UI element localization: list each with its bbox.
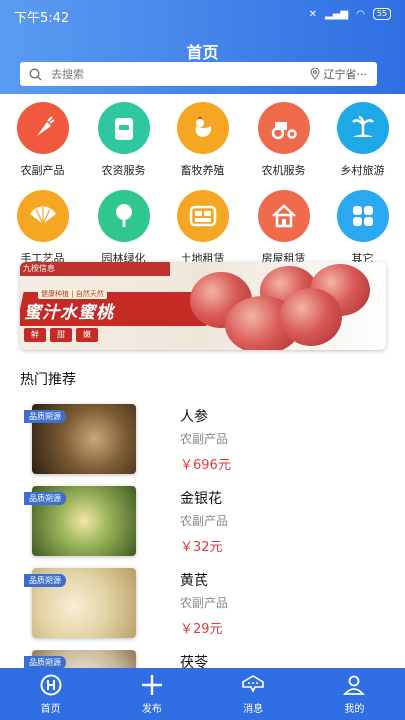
tab-profile[interactable]: 我的 bbox=[304, 668, 405, 720]
category-label: 农资服务 bbox=[101, 164, 146, 177]
category-livestock[interactable]: 畜牧养殖 bbox=[162, 102, 243, 178]
product-name: 金银花 bbox=[180, 491, 222, 507]
peach-image bbox=[280, 288, 342, 346]
tractor-icon bbox=[257, 102, 310, 154]
category-rural-tourism[interactable]: 乡村旅游 bbox=[322, 102, 403, 178]
product-category: 农副产品 bbox=[180, 596, 229, 610]
category-house-lease[interactable]: 房屋租赁 bbox=[243, 190, 324, 266]
product-badge: 品质朔源 bbox=[24, 492, 66, 505]
category-label: 农机服务 bbox=[261, 164, 306, 177]
signal-icon: ▂▄▆ bbox=[325, 8, 349, 20]
product-item[interactable]: 品质朔源 黄芪 农副产品 ￥29元 bbox=[20, 568, 385, 640]
product-price: ￥32元 bbox=[180, 540, 223, 555]
page-title: 首页 bbox=[186, 43, 219, 62]
fertilizer-bag-icon bbox=[97, 102, 150, 154]
user-icon bbox=[304, 674, 405, 696]
category-agri-products[interactable]: 农副产品 bbox=[2, 102, 83, 178]
category-other[interactable]: 其它 bbox=[322, 190, 403, 266]
product-name: 茯苓 bbox=[180, 655, 208, 668]
product-price: ￥29元 bbox=[180, 622, 223, 637]
category-label: 畜牧养殖 bbox=[180, 164, 225, 177]
section-title: 热门推荐 bbox=[20, 372, 76, 388]
tree-icon bbox=[97, 190, 150, 242]
mute-icon: ✕ bbox=[308, 8, 317, 20]
tab-label: 首页 bbox=[40, 704, 61, 715]
plus-icon bbox=[101, 674, 202, 696]
location-pin-icon bbox=[309, 68, 320, 80]
product-name: 人参 bbox=[180, 409, 208, 425]
product-price: ￥696元 bbox=[180, 458, 231, 473]
product-item[interactable]: 品质朔源 人参 农副产品 ￥696元 bbox=[20, 404, 385, 476]
category-label: 农副产品 bbox=[20, 164, 65, 177]
tab-label: 消息 bbox=[243, 704, 264, 715]
banner-title: 蜜汁水蜜桃 bbox=[24, 303, 114, 323]
category-agri-supplies[interactable]: 农资服务 bbox=[83, 102, 164, 178]
search-input[interactable]: 去搜索 bbox=[51, 66, 310, 82]
product-item[interactable]: 品质朔源 茯苓 bbox=[20, 650, 385, 668]
category-handicrafts[interactable]: 手工艺品 bbox=[2, 190, 83, 266]
banner-chip: 鲜 bbox=[24, 328, 46, 342]
status-time: 下午5:42 bbox=[14, 11, 70, 26]
status-bar: 下午5:42 ✕ ▂▄▆ ◠ 55 bbox=[0, 0, 405, 30]
product-badge: 品质朔源 bbox=[24, 410, 66, 423]
fan-icon bbox=[16, 190, 69, 242]
banner-tag: 九桉信息 bbox=[23, 264, 55, 273]
product-name: 黄芪 bbox=[180, 573, 208, 589]
rooster-icon bbox=[176, 102, 229, 154]
tab-messages[interactable]: 消息 bbox=[203, 668, 304, 720]
category-gardening[interactable]: 园林绿化 bbox=[83, 190, 164, 266]
product-category: 农副产品 bbox=[180, 432, 229, 446]
house-icon bbox=[257, 190, 310, 242]
product-item[interactable]: 品质朔源 金银花 农副产品 ￥32元 bbox=[20, 486, 385, 558]
more-grid-icon bbox=[336, 190, 389, 242]
search-icon bbox=[29, 68, 42, 80]
tab-publish[interactable]: 发布 bbox=[101, 668, 202, 720]
carrot-icon bbox=[16, 102, 69, 154]
palm-island-icon bbox=[336, 102, 389, 154]
category-land-lease[interactable]: 土地租赁 bbox=[162, 190, 243, 266]
tab-label: 发布 bbox=[141, 704, 162, 715]
banner-chips: 鲜 甜 嫩 bbox=[24, 328, 98, 342]
product-badge: 品质朔源 bbox=[24, 574, 66, 587]
status-icons: ✕ ▂▄▆ ◠ 55 bbox=[309, 8, 391, 20]
category-machinery[interactable]: 农机服务 bbox=[243, 102, 324, 178]
product-category: 农副产品 bbox=[180, 514, 229, 528]
banner-chip: 嫩 bbox=[76, 328, 98, 342]
search-bar[interactable]: 去搜索 辽宁省··· bbox=[20, 62, 377, 86]
bottom-tab-bar: 首页 发布 消息 我的 bbox=[0, 668, 405, 720]
banner-chip: 甜 bbox=[50, 328, 72, 342]
tab-home[interactable]: 首页 bbox=[0, 668, 101, 720]
land-plots-icon bbox=[176, 190, 229, 242]
header: 下午5:42 ✕ ▂▄▆ ◠ 55 首页 去搜索 辽宁省··· bbox=[0, 0, 405, 94]
message-bubble-icon bbox=[203, 674, 304, 696]
home-logo-icon bbox=[0, 674, 101, 696]
category-label: 乡村旅游 bbox=[340, 164, 385, 177]
location-selector[interactable]: 辽宁省··· bbox=[324, 66, 368, 82]
wifi-icon: ◠ bbox=[356, 8, 365, 20]
tab-label: 我的 bbox=[344, 704, 365, 715]
product-badge: 品质朔源 bbox=[24, 656, 66, 668]
battery-icon: 55 bbox=[372, 8, 391, 20]
promo-banner[interactable]: 九桉信息 健康种植 | 自然天然 蜜汁水蜜桃 鲜 甜 嫩 bbox=[20, 262, 386, 350]
